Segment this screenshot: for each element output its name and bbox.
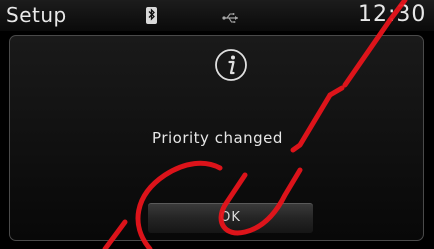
info-icon xyxy=(214,48,248,82)
notification-dialog: Priority changed OK xyxy=(9,35,424,241)
dialog-message: Priority changed xyxy=(152,129,283,147)
bluetooth-icon xyxy=(146,7,157,24)
screen-title: Setup xyxy=(6,3,67,27)
head-unit-screen: Setup 12:30 Priority changed OK xyxy=(0,0,434,249)
ok-button[interactable]: OK xyxy=(148,203,313,233)
clock: 12:30 xyxy=(358,3,427,27)
usb-icon xyxy=(222,9,240,23)
status-bar: Setup 12:30 xyxy=(0,0,434,31)
